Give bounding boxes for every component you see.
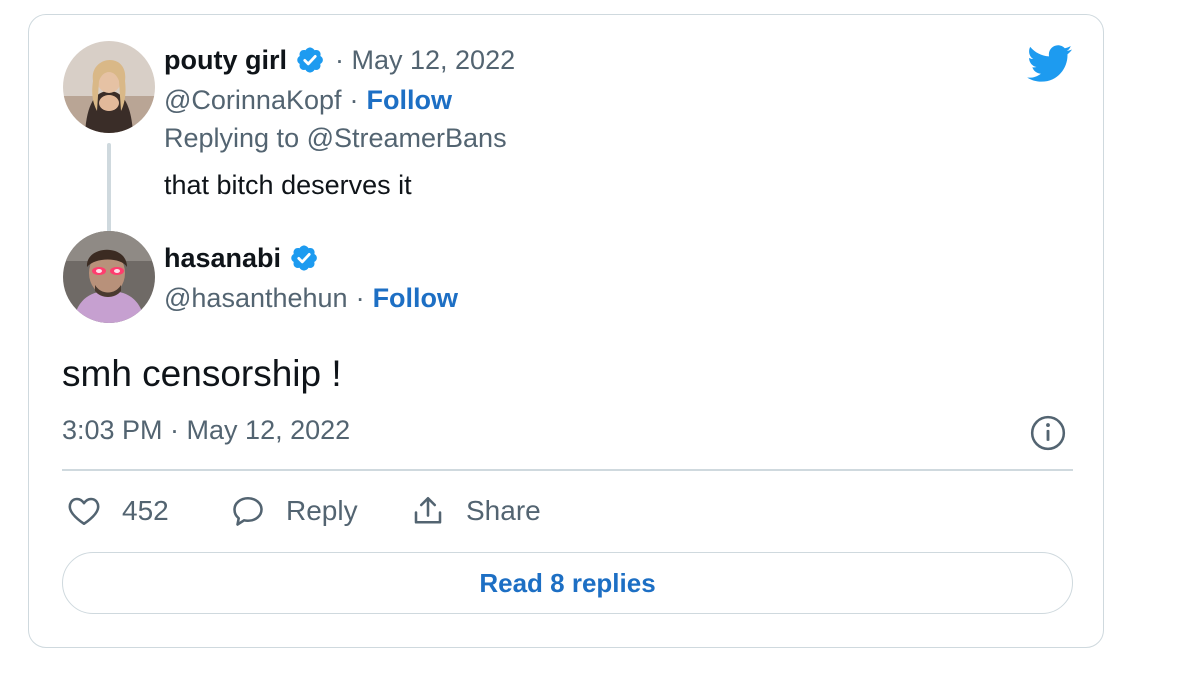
main-tweet-handle-row: @hasanthehun · Follow xyxy=(164,281,458,315)
tweet-timestamp[interactable]: 3:03 PM · May 12, 2022 xyxy=(62,415,350,446)
verified-badge-icon xyxy=(289,243,319,273)
main-tweet-text: smh censorship ! xyxy=(62,353,342,394)
tweet-date[interactable]: · May 12, 2022 xyxy=(335,45,515,76)
follow-link[interactable]: Follow xyxy=(373,283,458,314)
thread-connector-line xyxy=(107,143,111,235)
like-count: 452 xyxy=(122,495,169,526)
share-button[interactable]: Share xyxy=(410,493,541,529)
separator-dot: · xyxy=(349,84,359,115)
share-icon xyxy=(414,496,442,524)
reply-tweet-handle-row: @CorinnaKopf · Follow xyxy=(164,83,452,117)
read-replies-button[interactable]: Read 8 replies xyxy=(62,552,1073,614)
author-handle[interactable]: @hasanthehun xyxy=(164,283,348,314)
separator-dot: · xyxy=(355,282,365,313)
author-handle[interactable]: @CorinnaKopf xyxy=(164,85,342,116)
replying-to-text: Replying to @StreamerBans xyxy=(164,123,507,153)
author-name[interactable]: pouty girl xyxy=(164,45,287,76)
follow-link[interactable]: Follow xyxy=(367,85,452,116)
author-name[interactable]: hasanabi xyxy=(164,243,281,274)
reply-button[interactable]: Reply xyxy=(230,493,358,529)
divider xyxy=(62,469,1073,471)
heart-icon xyxy=(68,497,100,526)
info-icon[interactable] xyxy=(1029,414,1067,457)
reply-tweet-text: that bitch deserves it xyxy=(164,170,412,200)
twitter-bird-icon[interactable] xyxy=(1027,45,1073,88)
reply-bubble-icon xyxy=(233,496,263,526)
main-tweet-header: hasanabi xyxy=(164,241,319,275)
tweet-embed-card: pouty girl · May 12, 2022 @CorinnaKopf ·… xyxy=(28,14,1104,648)
like-button[interactable]: 452 xyxy=(66,493,169,529)
verified-badge-icon xyxy=(295,45,325,75)
reply-label: Reply xyxy=(286,495,358,526)
avatar-pouty-girl[interactable] xyxy=(63,41,155,133)
reply-tweet-header: pouty girl · May 12, 2022 xyxy=(164,43,515,77)
avatar-hasanabi[interactable] xyxy=(63,231,155,323)
share-label: Share xyxy=(466,495,541,526)
